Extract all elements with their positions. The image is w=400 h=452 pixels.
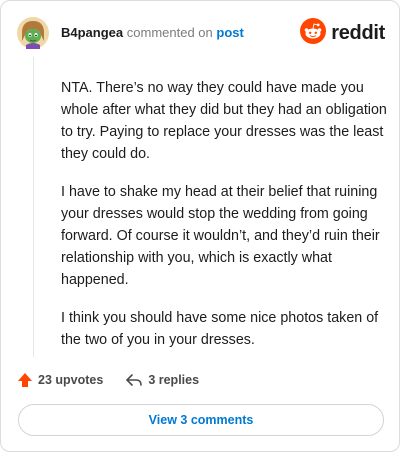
commented-on-text: commented on [126, 25, 213, 40]
comment-paragraph: NTA. There’s no way they could have made… [61, 80, 387, 162]
reddit-brand[interactable]: reddit [300, 17, 385, 49]
view-comments-button[interactable]: View 3 comments [18, 404, 384, 436]
replies-button[interactable]: 3 replies [125, 372, 199, 388]
thread-line [33, 57, 34, 357]
comment-header: B4pangea commented on post [61, 25, 244, 41]
comment-paragraph: I think you should have some nice photos… [61, 310, 379, 348]
post-link[interactable]: post [216, 25, 243, 40]
comment-body: NTA. There’s no way they could have made… [61, 77, 391, 367]
upvote-count: 23 upvotes [38, 373, 104, 387]
reddit-wordmark: reddit [331, 21, 385, 44]
upvote-button[interactable]: 23 upvotes [17, 372, 103, 388]
user-avatar-icon[interactable] [17, 17, 49, 49]
upvote-arrow-icon [17, 372, 33, 388]
replies-count: 3 replies [148, 373, 200, 387]
username-link[interactable]: B4pangea [61, 25, 123, 40]
comment-actions: 23 upvotes 3 replies [17, 369, 199, 391]
comment-paragraph: I have to shake my head at their belief … [61, 184, 380, 288]
reddit-logo-icon [300, 17, 327, 49]
reply-arrow-icon [125, 372, 143, 388]
comment-card: B4pangea commented on post reddit NTA. T… [0, 0, 400, 452]
